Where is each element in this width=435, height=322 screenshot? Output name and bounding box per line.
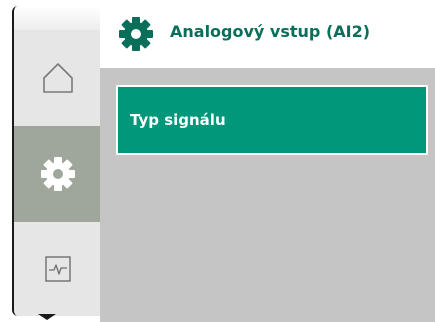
page-title: Analogový vstup (AI2) <box>170 22 371 41</box>
diagnostics-icon <box>45 256 71 282</box>
gear-icon <box>119 17 153 51</box>
screen: Analogový vstup (AI2) Typ signálu <box>0 0 435 322</box>
header: Analogový vstup (AI2) <box>100 0 435 66</box>
sidebar-item-diagnostics[interactable] <box>14 222 102 316</box>
menu-item-label: Typ signálu <box>130 111 226 129</box>
home-icon <box>43 63 73 93</box>
sidebar-top-cap <box>14 6 102 30</box>
menu-item-signal-type[interactable]: Typ signálu <box>116 85 428 155</box>
menu-list: Typ signálu <box>100 68 435 322</box>
gear-icon <box>41 157 75 191</box>
sidebar-item-settings[interactable] <box>14 126 102 222</box>
sidebar-item-home[interactable] <box>14 30 102 126</box>
chevron-down-icon[interactable] <box>38 314 56 320</box>
sidebar <box>12 6 102 316</box>
